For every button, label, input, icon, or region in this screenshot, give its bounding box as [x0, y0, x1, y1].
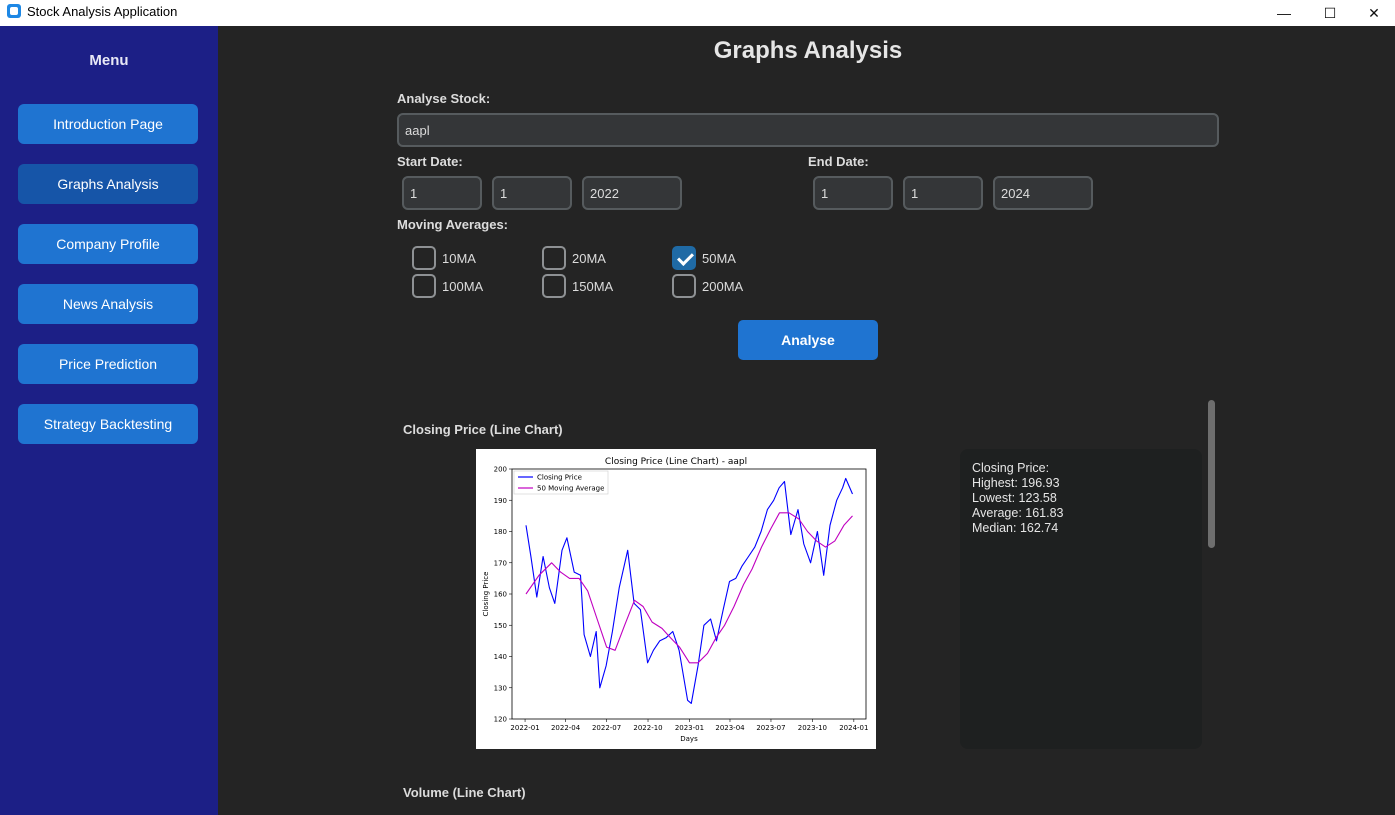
closing-price-section-title: Closing Price (Line Chart)	[403, 422, 563, 437]
end-year-input[interactable]: 2024	[993, 176, 1093, 210]
window-titlebar: Stock Analysis Application — ☐ ✕	[0, 0, 1395, 26]
checkbox-150ma[interactable]	[542, 274, 566, 298]
checkbox-150ma-label: 150MA	[572, 279, 614, 294]
sidebar-item-company-profile[interactable]: Company Profile	[18, 224, 198, 264]
moving-averages-label: Moving Averages:	[397, 217, 509, 232]
menu-title: Menu	[89, 52, 129, 69]
y-tick-label: 140	[494, 653, 507, 661]
sidebar-item-news-analysis[interactable]: News Analysis	[18, 284, 198, 324]
y-tick-label: 200	[494, 466, 507, 474]
sidebar: Menu Introduction Page Graphs Analysis C…	[0, 26, 218, 815]
x-tick-label: 2023-10	[798, 724, 827, 732]
checkbox-50ma-label: 50MA	[702, 251, 736, 266]
minimize-button[interactable]: —	[1261, 0, 1307, 26]
start-year-input[interactable]: 2022	[582, 176, 682, 210]
scrollbar-thumb[interactable]	[1208, 400, 1215, 548]
close-button[interactable]: ✕	[1351, 0, 1395, 26]
chart-title: Closing Price (Line Chart) - aapl	[605, 457, 747, 467]
stock-label: Analyse Stock:	[397, 91, 491, 106]
stats-lowest: Lowest: 123.58	[972, 491, 1057, 505]
maximize-button[interactable]: ☐	[1307, 0, 1353, 26]
checkbox-10ma[interactable]	[412, 246, 436, 270]
y-tick-label: 130	[494, 684, 507, 692]
checkbox-100ma-label: 100MA	[442, 279, 484, 294]
checkbox-10ma-label: 10MA	[442, 251, 476, 266]
stats-highest: Highest: 196.93	[972, 476, 1060, 490]
end-day-input[interactable]: 1	[813, 176, 893, 210]
closing-price-chart-svg: Closing Price (Line Chart) - aapl 120 130…	[482, 457, 868, 743]
x-tick-label: 2023-07	[756, 724, 785, 732]
start-day-input[interactable]: 1	[402, 176, 482, 210]
start-month-input[interactable]: 1	[492, 176, 572, 210]
y-tick-label: 180	[494, 528, 507, 536]
sidebar-item-price-prediction[interactable]: Price Prediction	[18, 344, 198, 384]
y-tick-label: 170	[494, 559, 507, 567]
volume-section-title: Volume (Line Chart)	[403, 785, 526, 800]
checkbox-200ma-label: 200MA	[702, 279, 744, 294]
checkbox-20ma-label: 20MA	[572, 251, 606, 266]
moving-average-line	[525, 512, 853, 664]
y-tick-label: 150	[494, 622, 507, 630]
legend-moving-average: 50 Moving Average	[537, 485, 604, 493]
window-title: Stock Analysis Application	[27, 4, 178, 19]
stats-median: Median: 162.74	[972, 521, 1059, 535]
app-icon	[7, 4, 21, 18]
chart-legend: Closing Price 50 Moving Average	[513, 470, 609, 495]
stats-average: Average: 161.83	[972, 506, 1064, 520]
x-tick-label: 2022-10	[633, 724, 662, 732]
x-axis-label: Days	[680, 735, 698, 743]
x-tick-label: 2024-01	[839, 724, 868, 732]
y-tick-label: 190	[494, 497, 507, 505]
plot-area	[511, 468, 867, 720]
x-tick-label: 2022-04	[551, 724, 581, 732]
sidebar-item-introduction-page[interactable]: Introduction Page	[18, 104, 198, 144]
checkbox-100ma[interactable]	[412, 274, 436, 298]
stock-input[interactable]: aapl	[397, 113, 1219, 147]
y-axis-label: Closing Price	[482, 572, 490, 617]
x-tick-label: 2023-04	[715, 724, 745, 732]
analyse-button[interactable]: Analyse	[738, 320, 878, 360]
end-month-input[interactable]: 1	[903, 176, 983, 210]
closing-price-stats-panel: Closing Price: Highest: 196.93 Lowest: 1…	[960, 449, 1202, 749]
checkbox-20ma[interactable]	[542, 246, 566, 270]
legend-closing-price: Closing Price	[537, 474, 582, 482]
x-tick-label: 2022-07	[592, 724, 621, 732]
checkbox-200ma[interactable]	[672, 274, 696, 298]
checkbox-50ma[interactable]	[672, 246, 696, 270]
x-tick-label: 2022-01	[510, 724, 539, 732]
x-tick-label: 2023-01	[675, 724, 704, 732]
stats-heading: Closing Price:	[972, 461, 1050, 475]
sidebar-item-strategy-backtesting[interactable]: Strategy Backtesting	[18, 404, 198, 444]
y-tick-label: 120	[494, 716, 507, 724]
closing-price-line	[525, 477, 854, 704]
start-date-label: Start Date:	[397, 154, 463, 169]
page-title: Graphs Analysis	[713, 37, 903, 64]
sidebar-item-graphs-analysis[interactable]: Graphs Analysis	[18, 164, 198, 204]
closing-price-chart: Closing Price (Line Chart) - aapl 120 130…	[476, 449, 876, 749]
end-date-label: End Date:	[808, 154, 869, 169]
y-tick-label: 160	[494, 591, 507, 599]
